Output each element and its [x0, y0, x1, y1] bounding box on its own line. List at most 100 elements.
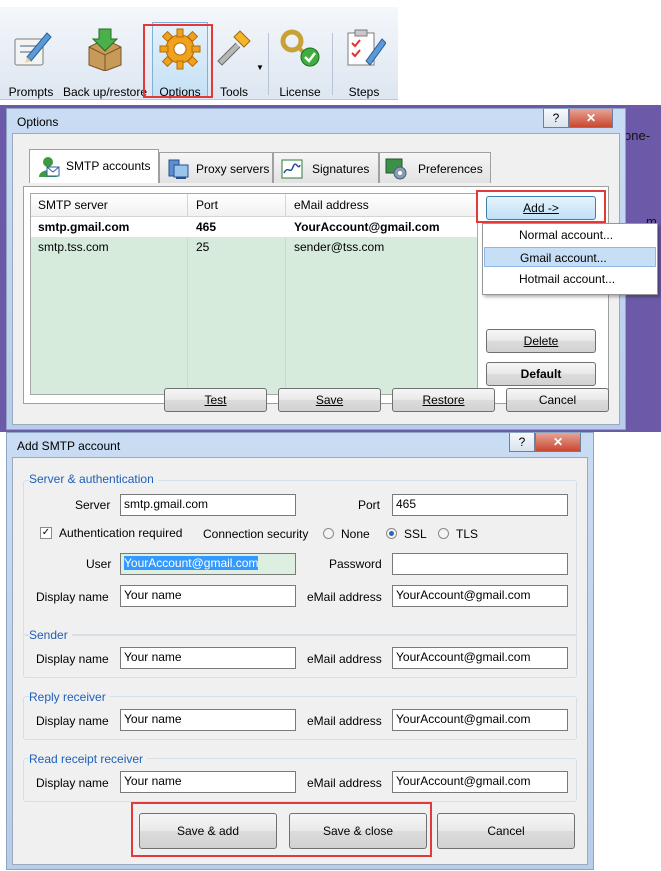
tab-preferences[interactable]: Preferences [379, 152, 491, 183]
reply-email-label: eMail address [307, 714, 382, 728]
add-button-highlight-box [476, 190, 606, 223]
toolbar-backup-restore-label: Back up/restore [62, 85, 148, 99]
security-ssl-radio[interactable] [386, 528, 397, 539]
save-buttons-highlight-box [131, 802, 432, 857]
connection-security-label: Connection security [203, 527, 309, 541]
tab-smtp-accounts-label: SMTP accounts [66, 159, 151, 173]
delete-button-label: Delete [523, 334, 559, 348]
options-window-title: Options [17, 115, 59, 129]
user-input-selected-text: YourAccount@gmail.com [124, 556, 259, 570]
table-header: SMTP server Port eMail address [31, 194, 477, 217]
screwdriver-icon [217, 30, 251, 66]
tab-signatures[interactable]: Signatures [273, 152, 379, 183]
tab-signatures-label: Signatures [312, 162, 370, 176]
column-header-port[interactable]: Port [191, 194, 218, 216]
reply-display-name-input[interactable]: Your name [120, 709, 296, 731]
display-name-input[interactable]: Your name [120, 585, 296, 607]
table-row[interactable]: smtp.tss.com 25 sender@tss.com [31, 237, 477, 257]
cell-port: 25 [196, 240, 210, 254]
toolbar-steps-button[interactable]: Steps [336, 23, 392, 99]
cancel-button-label: Cancel [487, 824, 525, 838]
default-button-label: Default [520, 367, 562, 381]
help-icon[interactable]: ? [509, 433, 535, 452]
add-smtp-window-title: Add SMTP account [17, 439, 121, 453]
email-address-input[interactable]: YourAccount@gmail.com [392, 585, 568, 607]
toolbar-backup-restore-button[interactable]: Back up/restore [60, 23, 150, 99]
user-label: User [86, 557, 112, 571]
toolbar-steps-label: Steps [348, 85, 380, 99]
receipt-display-name-label: Display name [36, 776, 109, 790]
toolbar-tools-button[interactable]: Tools [214, 23, 254, 99]
test-button-label: Test [204, 393, 227, 407]
restore-button[interactable]: Restore [392, 388, 495, 412]
email-address-label: eMail address [307, 590, 382, 604]
test-button[interactable]: Test [164, 388, 267, 412]
cell-email: YourAccount@gmail.com [294, 220, 440, 234]
toolbar-prompts-button[interactable]: Prompts [4, 23, 58, 99]
options-highlight-box [143, 24, 213, 98]
receipt-email-input[interactable]: YourAccount@gmail.com [392, 771, 568, 793]
tab-preferences-label: Preferences [418, 162, 483, 176]
table-body: smtp.gmail.com 465 YourAccount@gmail.com… [31, 217, 477, 394]
user-input[interactable]: YourAccount@gmail.com [120, 553, 296, 575]
authentication-required-checkbox[interactable]: ✓ [40, 527, 52, 539]
default-button[interactable]: Default [486, 362, 596, 386]
smtp-accounts-icon [39, 157, 60, 177]
options-tabstrip: SMTP accounts Proxy servers Signatures P… [29, 149, 509, 186]
sender-display-name-label: Display name [36, 652, 109, 666]
tab-proxy-servers[interactable]: Proxy servers [159, 152, 273, 183]
toolbar-license-button[interactable]: License [272, 23, 328, 99]
menu-item-hotmail-account[interactable]: Hotmail account... [484, 269, 656, 289]
sender-email-input[interactable]: YourAccount@gmail.com [392, 647, 568, 669]
backup-restore-icon [88, 28, 122, 71]
column-header-email[interactable]: eMail address [289, 194, 369, 216]
security-none-radio[interactable] [323, 528, 334, 539]
server-input[interactable]: smtp.gmail.com [120, 494, 296, 516]
proxy-servers-icon [168, 159, 189, 179]
save-button-label: Save [315, 393, 344, 407]
server-label: Server [75, 498, 111, 512]
receipt-display-name-input[interactable]: Your name [120, 771, 296, 793]
checklist-icon [347, 29, 386, 66]
server-authentication-title: Server & authentication [29, 472, 158, 486]
toolbar-prompts-label: Prompts [8, 85, 54, 99]
port-input[interactable]: 465 [392, 494, 568, 516]
add-account-menu: Normal account... Gmail account... Hotma… [482, 223, 658, 295]
preferences-icon [385, 158, 407, 180]
sender-display-name-input[interactable]: Your name [120, 647, 296, 669]
reply-receiver-title: Reply receiver [29, 690, 110, 704]
delete-button[interactable]: Delete [486, 329, 596, 353]
receipt-email-label: eMail address [307, 776, 382, 790]
menu-item-gmail-account[interactable]: Gmail account... [484, 247, 656, 267]
table-row[interactable]: smtp.gmail.com 465 YourAccount@gmail.com [31, 217, 477, 237]
toolbar-license-label: License [279, 85, 321, 99]
sender-title: Sender [29, 628, 72, 642]
help-icon[interactable]: ? [543, 109, 569, 128]
read-receipt-title: Read receipt receiver [29, 752, 148, 766]
column-header-smtp-server[interactable]: SMTP server [33, 194, 108, 216]
security-tls-radio[interactable] [438, 528, 449, 539]
display-name-label: Display name [36, 590, 109, 604]
save-button[interactable]: Save [278, 388, 381, 412]
toolbar-tools-label: Tools [219, 85, 248, 99]
password-input[interactable] [392, 553, 568, 575]
close-icon[interactable]: ✕ [569, 109, 613, 128]
cancel-button[interactable]: Cancel [437, 813, 575, 849]
cancel-button[interactable]: Cancel [506, 388, 609, 412]
close-icon[interactable]: ✕ [535, 433, 581, 452]
cell-port: 465 [196, 220, 217, 234]
key-icon [280, 29, 320, 67]
cancel-button-label: Cancel [538, 393, 577, 407]
reply-email-input[interactable]: YourAccount@gmail.com [392, 709, 568, 731]
security-none-label: None [341, 527, 370, 541]
authentication-required-label: Authentication required [59, 526, 183, 540]
reply-display-name-label: Display name [36, 714, 109, 728]
prompts-icon [14, 32, 52, 66]
cell-smtp-server: smtp.gmail.com [38, 220, 130, 234]
security-tls-label: TLS [456, 527, 479, 541]
menu-item-normal-account[interactable]: Normal account... [484, 225, 656, 245]
cell-email: sender@tss.com [294, 240, 385, 254]
tab-smtp-accounts[interactable]: SMTP accounts [29, 149, 159, 183]
sender-email-label: eMail address [307, 652, 382, 666]
tools-dropdown-arrow-icon[interactable]: ▼ [256, 63, 264, 72]
